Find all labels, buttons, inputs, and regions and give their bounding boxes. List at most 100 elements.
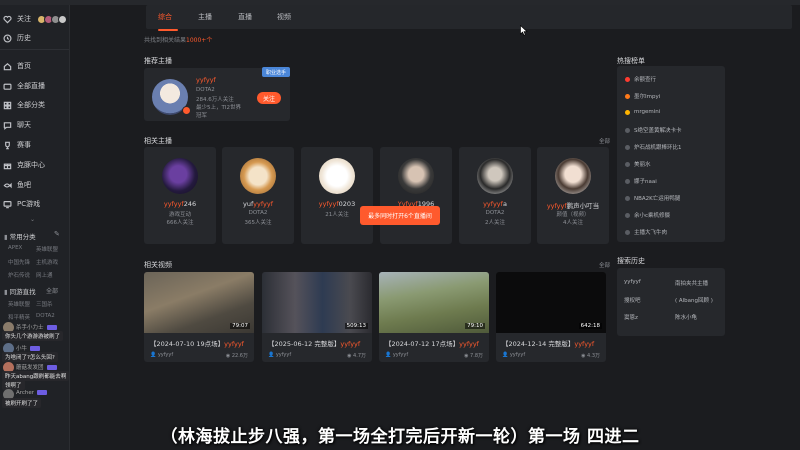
sidebar-item-gift-center[interactable]: 克豚中心 — [0, 156, 69, 174]
sidebar-item-events[interactable]: 赛事 — [0, 136, 69, 154]
sidebar-item-label: 聊天 — [17, 121, 31, 129]
hot-item[interactable]: 娜子naai — [625, 177, 657, 185]
video-card[interactable]: 509:13 【2025-06-12 完整版】yyfyyf 👤 yyfyyf ◉ … — [262, 272, 372, 362]
anchor-card[interactable]: yufyyfyyf DOTA2 365人关注 — [222, 147, 294, 244]
recommend-anchor-card[interactable]: 职业选手 yyfyyf DOTA2 284.6万人关注 最少5上，TI2世界 冠… — [144, 67, 290, 121]
avatar — [240, 158, 276, 194]
category-link[interactable]: 主机游戏 — [36, 258, 64, 266]
sidebar-item-label: 全部直播 — [17, 82, 45, 90]
sidebar-item-label: 首页 — [17, 62, 31, 70]
hot-item[interactable]: 余小c乘机修摄 — [625, 211, 670, 219]
avatar — [477, 158, 513, 194]
sidebar-item-fish-bar[interactable]: 鱼吧 — [0, 176, 69, 194]
same-categories-all-link[interactable]: 全部 — [46, 286, 58, 295]
anchor-name: yufyyfyyf — [243, 200, 273, 208]
history-item[interactable]: 窦恩z — [624, 313, 638, 321]
video-card[interactable]: 79:10 【2024-07-12 17点场】yyfyyf 👤 yyfyyf ◉ … — [379, 272, 489, 362]
chat-username: 小牛 — [16, 344, 41, 352]
search-history-title: 搜索历史 — [617, 257, 645, 265]
hot-item[interactable]: 主播大飞牛肉 — [625, 228, 667, 236]
rank-dot — [625, 161, 630, 167]
sidebar-item-label: 克豚中心 — [17, 161, 45, 169]
hot-item[interactable]: mrgemini — [625, 109, 660, 115]
rank-dot — [625, 195, 630, 201]
clock-icon — [3, 33, 12, 43]
video-title: 【2024-07-10 19点场】yyfyyf — [150, 340, 244, 348]
same-categories-title: ▮ 同游直找 — [4, 288, 36, 296]
anchor-card[interactable]: yyfyyf鹏声小叮当 颜值（视频） 4人关注 — [537, 147, 609, 244]
hot-item[interactable]: 炉石战机跟棒环比1 — [625, 143, 682, 151]
category-link[interactable]: 英雄联盟 — [36, 245, 64, 253]
hot-item[interactable]: 余额查行 — [625, 75, 656, 83]
history-item[interactable]: 陈水小龟 — [675, 313, 697, 321]
category-link[interactable]: 中国先锋 — [8, 258, 36, 266]
related-anchors-title: 相关主播 — [144, 137, 172, 145]
sidebar-item-follow[interactable]: 关注 — [0, 10, 69, 28]
anchor-fans: 365人关注 — [244, 220, 272, 226]
sidebar-item-label: 关注 — [17, 15, 31, 23]
gift-icon — [3, 163, 12, 169]
tab-anchors[interactable]: 主播 — [198, 12, 212, 22]
follow-button[interactable]: 关注 — [257, 92, 281, 104]
hot-item[interactable]: S绝空盖黄解决卡卡 — [625, 126, 682, 134]
monitor-icon — [3, 200, 12, 208]
category-link[interactable]: 英雄联盟 — [8, 300, 36, 308]
tab-live[interactable]: 直播 — [238, 12, 252, 22]
anchor-name: yyfyyfa — [483, 200, 507, 208]
history-item[interactable]: ( Albang回顾 ) — [675, 296, 713, 304]
live-badge — [182, 106, 191, 115]
anchor-category: DOTA2 — [485, 210, 505, 216]
related-videos-title: 相关视频 — [144, 261, 172, 269]
hot-item[interactable]: 墨尔Impyi — [625, 92, 660, 100]
rank-dot — [625, 178, 630, 184]
rank-dot — [625, 76, 630, 82]
category-link[interactable]: 三国杀 — [36, 300, 64, 308]
anchor-fans: 666人关注 — [166, 220, 194, 226]
rank-dot — [625, 127, 630, 133]
category-link[interactable]: 炉石传说 — [8, 271, 36, 279]
anchor-desc: 冠军 — [196, 113, 208, 119]
chat-username: 杀手小力士 — [16, 323, 57, 331]
sidebar-item-chat[interactable]: 聊天 — [0, 116, 69, 134]
anchor-name: yyfyyf246 — [163, 200, 197, 208]
recommend-section-title: 推荐主播 — [144, 57, 172, 65]
anchor-card[interactable]: Yyfyyf1996 — [380, 147, 452, 244]
avatar — [162, 158, 198, 194]
divider — [0, 49, 69, 50]
sidebar-item-label: 历史 — [17, 34, 31, 42]
anchor-category: DOTA2 — [248, 210, 268, 216]
sidebar-item-home[interactable]: 首页 — [0, 57, 69, 75]
category-link[interactable]: DOTA2 — [36, 313, 64, 321]
video-meta: 👤 yyfyyf ◉ 22.6万 — [150, 352, 248, 359]
sidebar-item-history[interactable]: 历史 — [0, 29, 69, 47]
anchor-name[interactable]: yyfyyf — [196, 76, 216, 84]
hot-item[interactable]: 美丽水 — [625, 160, 651, 168]
video-meta: 👤 yyfyyf ◉ 4.7万 — [268, 352, 366, 359]
hot-item[interactable]: NBA2K亡运用鸭腿 — [625, 194, 680, 202]
related-videos-all-link[interactable]: 全部 — [599, 261, 610, 269]
tab-general[interactable]: 综合 — [158, 12, 172, 22]
anchor-card[interactable]: yyfyyfa DOTA2 2人关注 — [459, 147, 531, 244]
history-item[interactable]: 搜权吧 — [624, 296, 641, 304]
sidebar-item-all-categories[interactable]: 全部分类 — [0, 96, 69, 114]
history-item[interactable]: 南拍夹共主播 — [675, 279, 708, 287]
sidebar-item-all-live[interactable]: 全部直播 — [0, 77, 69, 95]
edit-icon[interactable]: ✎ — [54, 230, 60, 238]
related-anchors-all-link[interactable]: 全部 — [599, 137, 610, 145]
anchor-fans: 2人关注 — [485, 220, 505, 226]
anchor-card[interactable]: yyfyyf246 游戏互动 666人关注 — [144, 147, 216, 244]
category-link[interactable]: APEX — [8, 245, 36, 253]
sidebar-item-pc-games[interactable]: PC游戏 — [0, 195, 69, 213]
tab-videos[interactable]: 视频 — [277, 12, 291, 22]
category-link[interactable]: 和平精英 — [8, 313, 36, 321]
common-categories-title: ▮ 常用分类 — [4, 233, 36, 241]
anchor-card[interactable]: yyfyyf0203 21人关注 — [301, 147, 373, 244]
video-card[interactable]: 79:07 【2024-07-10 19点场】yyfyyf 👤 yyfyyf ◉ … — [144, 272, 254, 362]
history-item[interactable]: yyfyyf — [624, 279, 641, 285]
expand-chevron-icon[interactable]: ⌄ — [30, 216, 35, 223]
anchor-name: yyfyyf鹏声小叮当 — [546, 202, 600, 210]
video-card[interactable]: 642:18 【2024-12-14 完整版】yyfyyf 👤 yyfyyf ◉ … — [496, 272, 606, 362]
sidebar: 关注 历史 首页 全部直播 全部分类 聊天 赛事 克豚中心 鱼吧 PC游戏 ⌄ … — [0, 5, 70, 450]
category-link[interactable]: 网上通 — [36, 271, 64, 279]
sidebar-item-label: PC游戏 — [17, 200, 41, 208]
